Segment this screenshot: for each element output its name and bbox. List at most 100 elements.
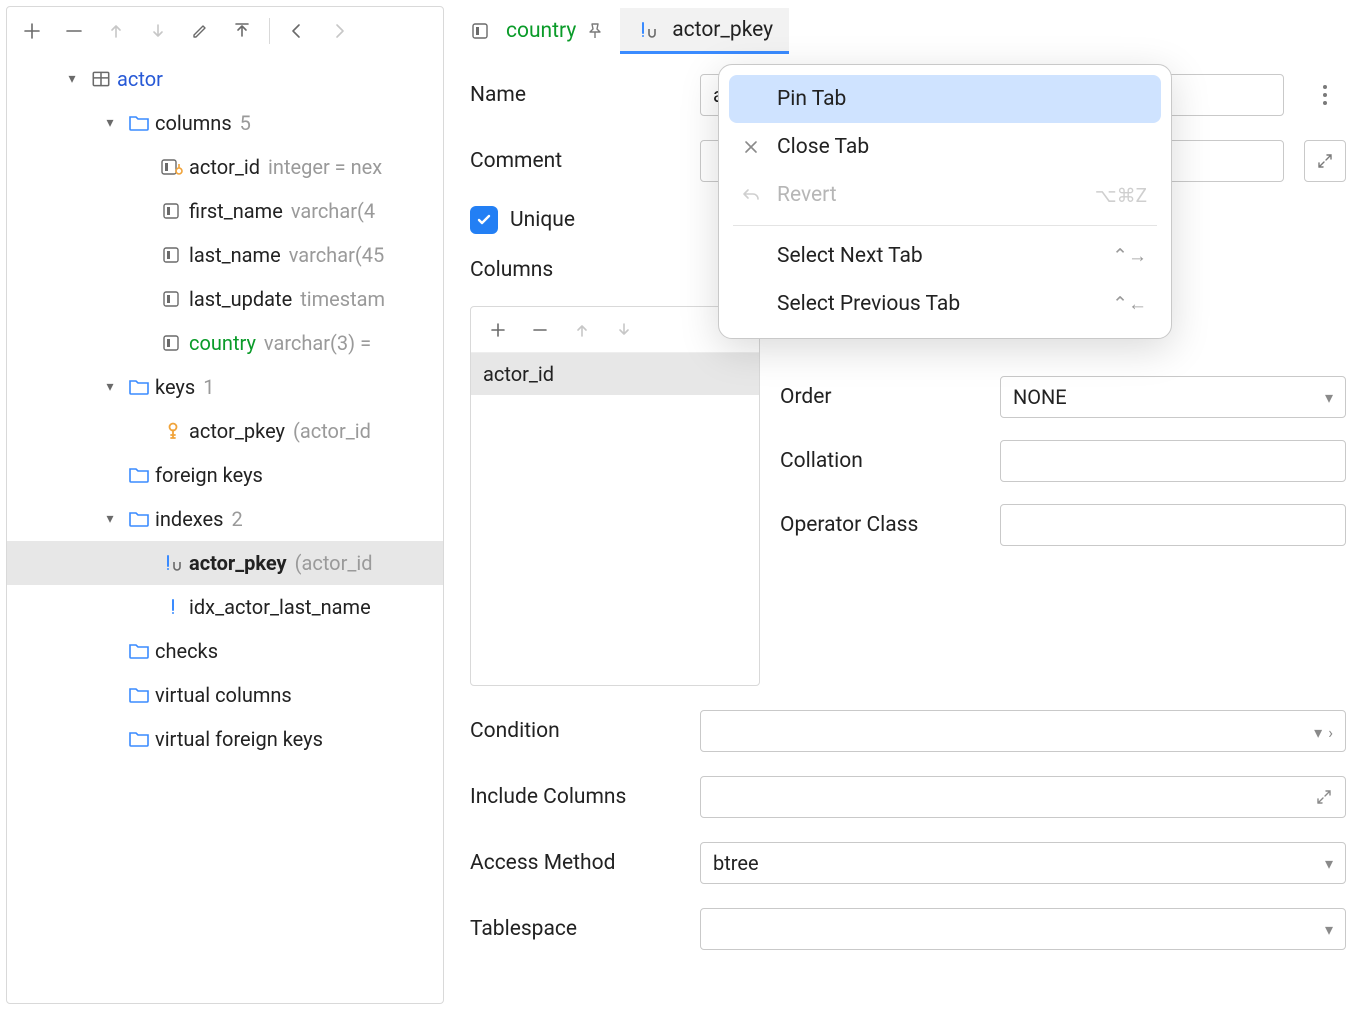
tree-node-key[interactable]: actor_pkey (actor_id xyxy=(7,409,443,453)
sidebar: ▾ actor ▾ columns 5 actor_id integer = n… xyxy=(6,6,444,1004)
open-ddl-button[interactable] xyxy=(223,13,261,49)
tree-node-vfk-folder[interactable]: virtual foreign keys xyxy=(7,717,443,761)
column-icon xyxy=(159,202,187,220)
tree-folder-label: checks xyxy=(153,639,218,663)
tree-folder-count: 2 xyxy=(223,507,242,531)
opclass-input[interactable] xyxy=(1000,504,1346,546)
include-input[interactable] xyxy=(700,776,1346,818)
remove-button[interactable] xyxy=(55,13,93,49)
folder-icon xyxy=(125,378,153,396)
tree-node-column[interactable]: first_name varchar(4 xyxy=(7,189,443,233)
condition-label: Condition xyxy=(470,719,680,743)
tree-folder-label: indexes xyxy=(153,507,223,531)
menu-label: Close Tab xyxy=(777,135,1147,159)
tablespace-select[interactable]: ▾ xyxy=(700,908,1346,950)
chevron-down-icon[interactable]: ▾ xyxy=(95,511,125,527)
collation-input[interactable] xyxy=(1000,440,1346,482)
menu-pin-tab[interactable]: Pin Tab xyxy=(729,75,1161,123)
tree: ▾ actor ▾ columns 5 actor_id integer = n… xyxy=(7,55,443,763)
tree-node-column[interactable]: actor_id integer = nex xyxy=(7,145,443,189)
tree-folder-label: keys xyxy=(153,375,195,399)
menu-select-previous-tab[interactable]: Select Previous Tab ⌃← xyxy=(729,280,1161,328)
unique-checkbox[interactable] xyxy=(470,206,498,234)
remove-column-button[interactable] xyxy=(521,312,559,348)
tree-node-column[interactable]: country varchar(3) = xyxy=(7,321,443,365)
folder-icon xyxy=(125,510,153,528)
move-up-button[interactable] xyxy=(97,13,135,49)
tree-column-hint: integer = nex xyxy=(260,155,382,179)
tree-folder-label: columns xyxy=(153,111,232,135)
tree-node-keys-folder[interactable]: ▾ keys 1 xyxy=(7,365,443,409)
tree-node-vcols-folder[interactable]: virtual columns xyxy=(7,673,443,717)
add-button[interactable] xyxy=(13,13,51,49)
tab-bar: country actor_pkey xyxy=(454,6,1356,54)
back-button[interactable] xyxy=(278,13,316,49)
tree-node-column[interactable]: last_update timestam xyxy=(7,277,443,321)
move-down-button[interactable] xyxy=(139,13,177,49)
column-list-label: actor_id xyxy=(483,362,554,386)
tab-context-menu: Pin Tab Close Tab Revert ⌥⌘Z Select Next… xyxy=(718,64,1172,339)
tree-column-name: first_name xyxy=(187,199,283,223)
condition-input[interactable]: ▾› xyxy=(700,710,1346,752)
folder-icon xyxy=(125,730,153,748)
tree-node-index[interactable]: idx_actor_last_name xyxy=(7,585,443,629)
chevron-down-icon[interactable]: ▾ xyxy=(95,379,125,395)
columns-list: actor_id xyxy=(470,306,760,686)
forward-button[interactable] xyxy=(320,13,358,49)
tree-key-hint: (actor_id xyxy=(285,419,371,443)
tree-node-label: actor xyxy=(115,67,163,91)
expand-button[interactable] xyxy=(1304,140,1346,182)
toolbar-separator xyxy=(269,18,270,44)
chevron-down-icon[interactable]: ▾ xyxy=(95,115,125,131)
pin-icon[interactable] xyxy=(586,22,604,40)
add-column-button[interactable] xyxy=(479,312,517,348)
comment-label: Comment xyxy=(470,149,680,173)
index-unique-icon xyxy=(159,553,187,573)
menu-label: Select Next Tab xyxy=(777,244,1098,268)
column-list-item[interactable]: actor_id xyxy=(471,353,759,395)
include-label: Include Columns xyxy=(470,785,680,809)
tab-country[interactable]: country xyxy=(454,8,620,54)
tree-folder-label: virtual foreign keys xyxy=(153,727,323,751)
more-menu-button[interactable] xyxy=(1304,74,1346,116)
columns-toolbar xyxy=(471,307,759,353)
menu-close-tab[interactable]: Close Tab xyxy=(729,123,1161,171)
tree-node-column[interactable]: last_name varchar(45 xyxy=(7,233,443,277)
index-unique-icon xyxy=(634,20,662,40)
name-label: Name xyxy=(470,83,680,107)
tree-column-hint: varchar(4 xyxy=(283,199,375,223)
access-method-value: btree xyxy=(713,851,759,875)
move-column-down-button[interactable] xyxy=(605,312,643,348)
tree-node-fk-folder[interactable]: foreign keys xyxy=(7,453,443,497)
column-icon xyxy=(159,290,187,308)
folder-icon xyxy=(125,686,153,704)
tree-node-checks-folder[interactable]: checks xyxy=(7,629,443,673)
tree-column-name: country xyxy=(187,331,256,355)
menu-select-next-tab[interactable]: Select Next Tab ⌃→ xyxy=(729,232,1161,280)
tree-index-name: actor_pkey xyxy=(187,551,287,575)
column-pk-icon xyxy=(159,158,187,176)
tree-column-name: last_update xyxy=(187,287,292,311)
menu-label: Revert xyxy=(777,183,1081,207)
access-method-select[interactable]: btree▾ xyxy=(700,842,1346,884)
folder-icon xyxy=(125,114,153,132)
edit-button[interactable] xyxy=(181,13,219,49)
tree-node-columns-folder[interactable]: ▾ columns 5 xyxy=(7,101,443,145)
move-column-up-button[interactable] xyxy=(563,312,601,348)
tree-node-index[interactable]: actor_pkey (actor_id xyxy=(7,541,443,585)
tablespace-label: Tablespace xyxy=(470,917,680,941)
chevron-down-icon[interactable]: ▾ xyxy=(57,71,87,87)
tree-node-table[interactable]: ▾ actor xyxy=(7,57,443,101)
tree-index-hint: (actor_id xyxy=(287,551,373,575)
menu-shortcut: ⌃→ xyxy=(1112,244,1147,268)
tree-index-name: idx_actor_last_name xyxy=(187,595,371,619)
order-select[interactable]: NONE▾ xyxy=(1000,376,1346,418)
key-icon xyxy=(159,421,187,441)
tree-node-indexes-folder[interactable]: ▾ indexes 2 xyxy=(7,497,443,541)
order-value: NONE xyxy=(1013,385,1067,409)
menu-label: Select Previous Tab xyxy=(777,292,1098,316)
access-label: Access Method xyxy=(470,851,680,875)
tree-key-name: actor_pkey xyxy=(187,419,285,443)
expand-icon[interactable] xyxy=(1315,788,1333,806)
tab-actor-pkey[interactable]: actor_pkey xyxy=(620,8,789,54)
